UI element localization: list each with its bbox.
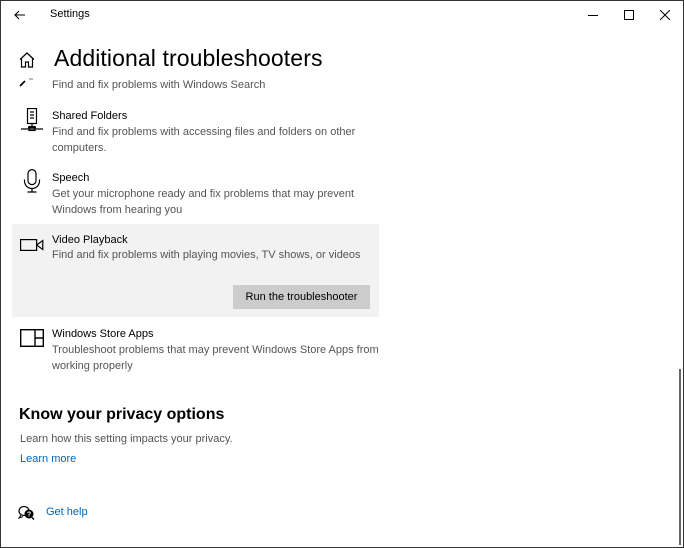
close-button[interactable] — [647, 1, 683, 29]
microphone-icon — [23, 169, 41, 193]
minimize-button[interactable] — [575, 1, 611, 29]
back-arrow-icon — [14, 10, 25, 20]
troubleshooter-name: Shared Folders — [52, 110, 128, 122]
troubleshooter-description: Find and fix problems with playing movie… — [52, 249, 361, 261]
get-help-link[interactable]: Get help — [46, 506, 88, 518]
title-bar: Settings — [1, 1, 683, 31]
store-apps-icon — [20, 329, 44, 348]
troubleshooter-windows-store-apps[interactable]: Windows Store Apps Troubleshoot problems… — [12, 323, 379, 379]
troubleshooter-shared-folders[interactable]: Shared Folders Find and fix problems wit… — [12, 105, 379, 161]
back-button[interactable] — [7, 3, 33, 27]
app-title: Settings — [50, 8, 90, 20]
shared-folders-icon — [21, 108, 43, 132]
troubleshooter-description: Get your microphone ready and fix proble… — [52, 188, 355, 216]
search-icon — [19, 78, 33, 87]
close-icon — [660, 10, 670, 20]
minimize-icon — [588, 15, 598, 16]
troubleshooter-video-playback[interactable]: Video Playback Find and fix problems wit… — [12, 224, 379, 317]
get-help-button[interactable]: ? Get help — [18, 504, 108, 522]
settings-window: Settings Additional troubleshooters Find… — [0, 0, 684, 548]
privacy-description: Learn how this setting impacts your priv… — [20, 433, 233, 445]
troubleshooter-name: Video Playback — [52, 234, 128, 246]
video-camera-icon — [20, 238, 44, 252]
scrollbar[interactable] — [679, 369, 681, 545]
troubleshooter-description: Find and fix problems with accessing fil… — [52, 126, 356, 154]
troubleshooter-description: Troubleshoot problems that may prevent W… — [52, 344, 379, 372]
troubleshooter-windows-search[interactable]: Find and fix problems with Windows Searc… — [12, 71, 379, 101]
troubleshooter-name: Windows Store Apps — [52, 328, 154, 340]
get-help-icon: ? — [18, 505, 35, 520]
privacy-section-title: Know your privacy options — [19, 406, 225, 423]
troubleshooter-name: Speech — [52, 172, 90, 184]
troubleshooter-speech[interactable]: Speech Get your microphone ready and fix… — [12, 167, 379, 223]
maximize-button[interactable] — [611, 1, 647, 29]
maximize-icon — [624, 10, 634, 20]
page-title: Additional troubleshooters — [54, 45, 323, 71]
svg-text:?: ? — [27, 512, 31, 519]
home-button[interactable] — [18, 51, 38, 71]
troubleshooter-description: Find and fix problems with Windows Searc… — [52, 79, 266, 91]
home-icon — [19, 52, 35, 68]
learn-more-link[interactable]: Learn more — [20, 453, 76, 465]
run-troubleshooter-button[interactable]: Run the troubleshooter — [233, 285, 370, 309]
